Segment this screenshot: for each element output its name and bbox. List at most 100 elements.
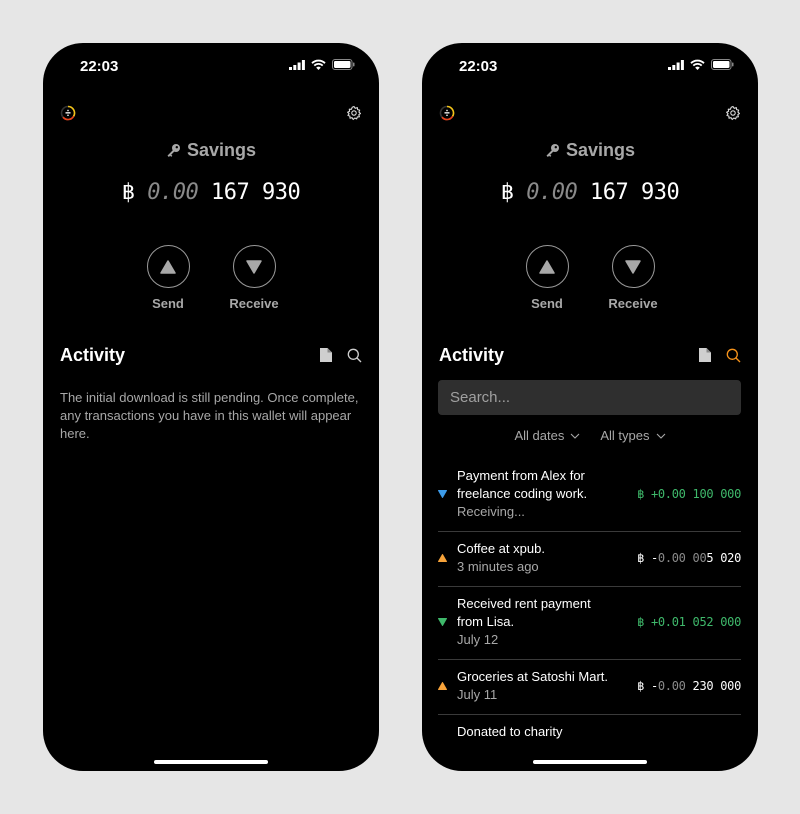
wifi-icon (690, 59, 705, 70)
amount-leading-zeros: 0.00 (657, 487, 686, 501)
send-button[interactable]: Send (146, 245, 190, 311)
app-logo-icon[interactable] (439, 105, 455, 121)
app-logo-icon[interactable] (60, 105, 76, 121)
transaction-description: Groceries at Satoshi Mart. (457, 669, 608, 684)
bitcoin-symbol: ฿ (637, 551, 645, 565)
key-icon (546, 144, 559, 157)
receive-button[interactable]: Receive (608, 245, 658, 311)
transaction-description: Received rent payment from Lisa. (457, 596, 591, 629)
amount-leading-zeros: 0.00 (657, 679, 686, 693)
amount-leading-zeros: 0.00 00 (657, 551, 707, 565)
document-icon (320, 348, 332, 362)
send-label: Send (152, 296, 184, 311)
transaction-row[interactable]: Coffee at xpub. 3 minutes ago ฿ -0.00 00… (438, 532, 741, 587)
bitcoin-symbol: ฿ (637, 679, 644, 693)
document-icon (699, 348, 711, 362)
phone-screen-activity-search: 22:03 Savings ฿ 0.00 167 930 Send Receiv… (422, 43, 758, 771)
receive-label: Receive (608, 296, 658, 311)
receive-label: Receive (229, 296, 279, 311)
transaction-description: Donated to charity (457, 724, 563, 739)
battery-icon (711, 59, 734, 70)
amount-leading-zeros: 0.01 (657, 615, 686, 629)
receive-arrow-down-icon (246, 259, 262, 274)
incoming-triangle-icon (438, 618, 447, 626)
wallet-name: Savings (565, 140, 636, 160)
activity-title: Activity (60, 344, 126, 365)
incoming-pending-triangle-icon (438, 490, 447, 498)
transaction-row[interactable]: Payment from Alex for freelance coding w… (438, 461, 741, 532)
transaction-amount: ฿ -0.00 230 000 (637, 679, 741, 693)
search-icon (347, 348, 361, 362)
balance-leading-zeros: 0.00 (526, 180, 578, 205)
settings-gear-icon[interactable] (725, 105, 741, 121)
transaction-description: Payment from Alex for freelance coding w… (457, 468, 588, 501)
key-icon (167, 144, 180, 157)
home-indicator[interactable] (533, 760, 647, 764)
bitcoin-symbol: ฿ (637, 615, 644, 629)
bitcoin-symbol: ฿ (500, 180, 514, 205)
activity-search-input[interactable] (438, 380, 741, 415)
activity-header: Activity (60, 344, 362, 366)
balance-value: 167 930 (211, 180, 301, 205)
home-indicator[interactable] (154, 760, 268, 764)
transaction-amount: ฿ -0.00 005 020 (637, 551, 741, 565)
cellular-signal-icon (668, 59, 684, 70)
battery-icon (332, 59, 355, 70)
amount-sign: - (650, 679, 658, 693)
send-label: Send (531, 296, 563, 311)
search-icon (726, 348, 740, 362)
transaction-amount: ฿ +0.00 100 000 (637, 487, 741, 501)
export-document-button[interactable] (697, 347, 713, 363)
chevron-down-icon (570, 433, 580, 439)
wallet-name: Savings (186, 140, 257, 160)
settings-gear-icon[interactable] (346, 105, 362, 121)
outgoing-triangle-icon (438, 554, 447, 562)
transaction-row[interactable]: Donated to charity (438, 715, 741, 751)
chevron-down-icon (656, 433, 665, 439)
receive-arrow-down-icon (625, 259, 641, 274)
bitcoin-symbol: ฿ (121, 180, 135, 205)
transaction-subtitle: July 11 (457, 687, 498, 702)
wifi-icon (311, 59, 326, 70)
send-arrow-up-icon (160, 259, 176, 274)
status-time: 22:03 (80, 58, 119, 75)
wallet-actions: Send Receive (43, 245, 379, 311)
type-filter-label: All types (600, 428, 650, 443)
wallet-balance: ฿ 0.00 167 930 (422, 180, 758, 205)
transaction-subtitle: July 12 (457, 632, 499, 647)
send-arrow-up-icon (539, 259, 555, 274)
outgoing-triangle-icon (438, 682, 447, 690)
send-button[interactable]: Send (525, 245, 569, 311)
wallet-title: Savings (43, 140, 379, 161)
balance-value: 167 930 (590, 180, 680, 205)
amount-value: 100 000 (692, 487, 742, 501)
wallet-title: Savings (422, 140, 758, 161)
transaction-row[interactable]: Groceries at Satoshi Mart. July 11 ฿ -0.… (438, 660, 741, 715)
activity-title: Activity (439, 344, 505, 365)
date-filter-label: All dates (514, 428, 565, 443)
transaction-row[interactable]: Received rent payment from Lisa. July 12… (438, 587, 741, 660)
receive-button[interactable]: Receive (229, 245, 279, 311)
activity-filters: All dates All types (422, 428, 758, 443)
bitcoin-symbol: ฿ (637, 487, 644, 501)
date-filter-dropdown[interactable]: All dates (514, 428, 580, 443)
phone-screen-empty-activity: 22:03 Savings ฿ 0.00 167 930 Send Receiv… (43, 43, 379, 771)
cellular-signal-icon (289, 59, 305, 70)
amount-value: 5 020 (706, 551, 741, 565)
empty-activity-message: The initial download is still pending. O… (60, 390, 359, 441)
status-bar: 22:03 (43, 43, 379, 89)
wallet-actions: Send Receive (422, 245, 758, 311)
transaction-list: Payment from Alex for freelance coding w… (438, 461, 741, 751)
status-time: 22:03 (459, 58, 498, 75)
transaction-description: Coffee at xpub. (457, 541, 545, 556)
amount-sign: + (650, 615, 658, 629)
type-filter-dropdown[interactable]: All types (600, 428, 665, 443)
search-toggle-button[interactable] (725, 347, 741, 363)
amount-sign: + (650, 487, 658, 501)
transaction-subtitle: Receiving... (457, 504, 525, 519)
balance-leading-zeros: 0.00 (147, 180, 199, 205)
amount-sign: - (650, 551, 658, 565)
search-toggle-button[interactable] (346, 347, 362, 363)
wallet-balance: ฿ 0.00 167 930 (43, 180, 379, 205)
export-document-button[interactable] (318, 347, 334, 363)
